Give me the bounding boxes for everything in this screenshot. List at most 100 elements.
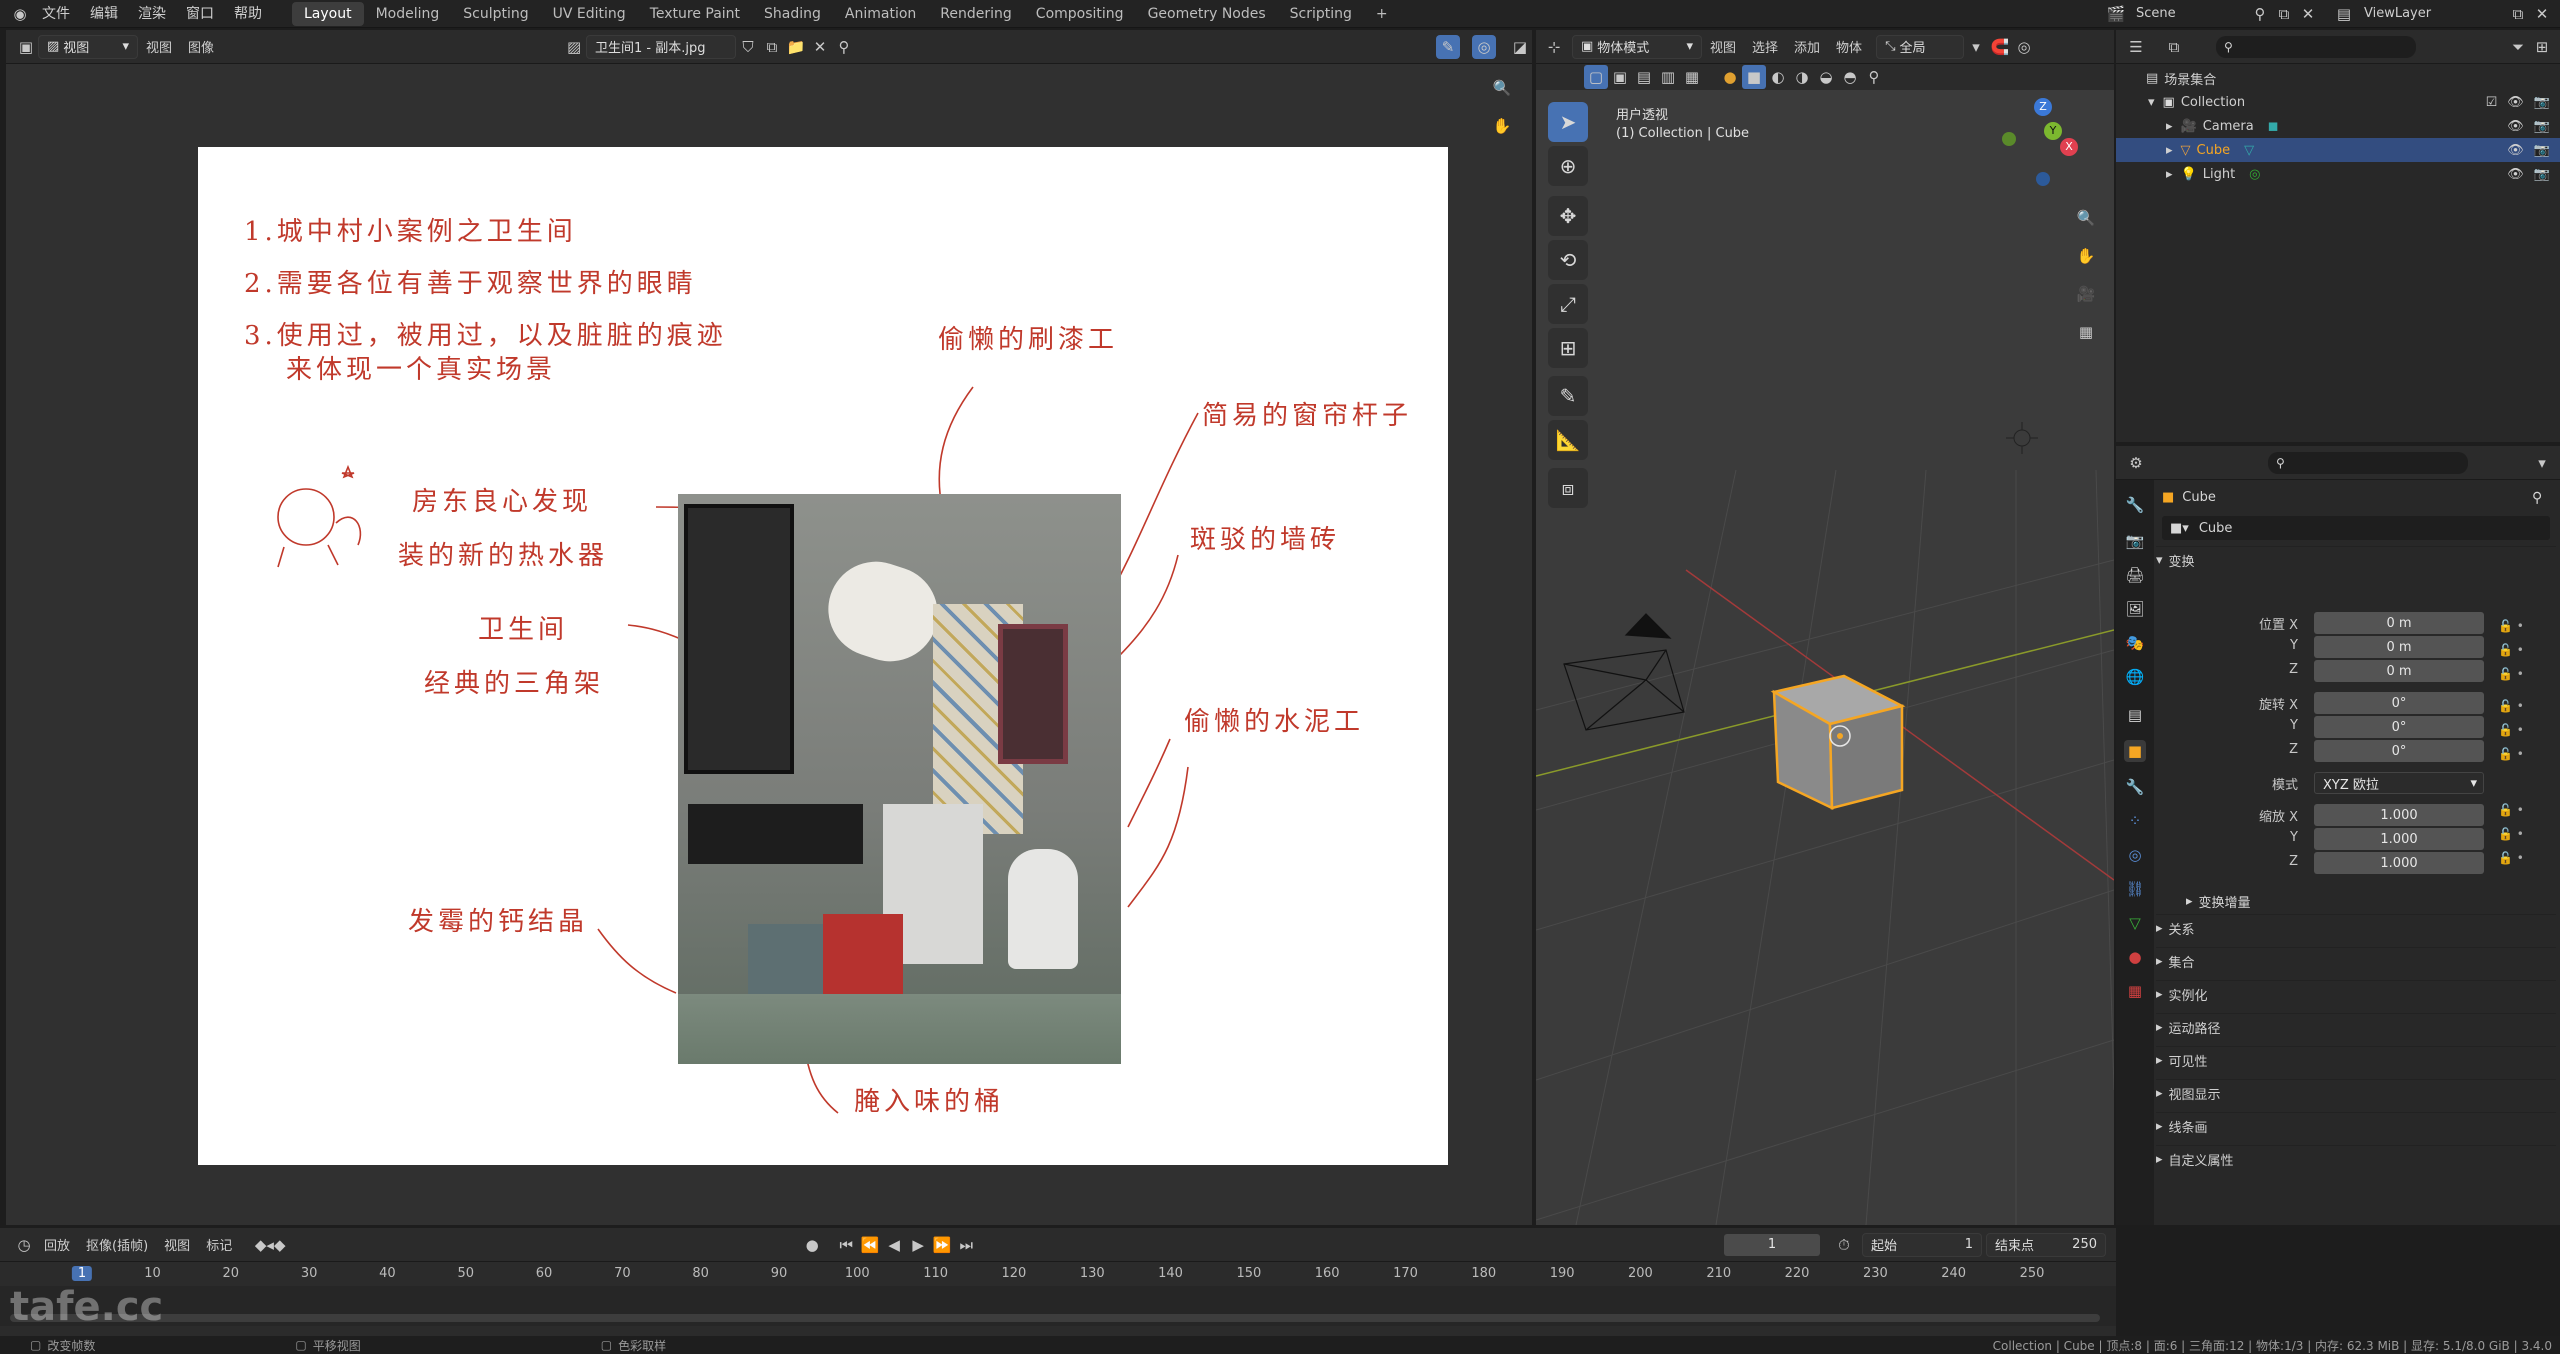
- menu-add[interactable]: 添加: [1786, 37, 1828, 56]
- menu-render[interactable]: 渲染: [128, 0, 176, 28]
- scale-x-field[interactable]: 1.000: [2314, 804, 2484, 826]
- mode-dropdown[interactable]: ▨ 视图 ▾: [38, 34, 138, 59]
- menu-file[interactable]: 文件: [32, 0, 80, 28]
- render-camera-icon[interactable]: 📷: [2534, 167, 2550, 182]
- lock-icon[interactable]: 🔓 •: [2498, 742, 2524, 766]
- filter-icon[interactable]: ⏷: [2506, 35, 2530, 59]
- navigation-gizmo[interactable]: Z X Y: [1996, 98, 2086, 188]
- overlay-color-icon[interactable]: ●: [1718, 65, 1742, 89]
- cube-object[interactable]: [1770, 674, 1906, 811]
- object-mode-dropdown[interactable]: ▣ 物体模式 ▾: [1572, 34, 1702, 59]
- shading-solid-icon[interactable]: ■: [1742, 65, 1766, 89]
- tab-animation[interactable]: Animation: [833, 2, 928, 26]
- lock-icon[interactable]: 🔓 •: [2498, 694, 2524, 718]
- editor-type-icon[interactable]: ☰: [2124, 35, 2148, 59]
- panel-viewport-display[interactable]: ▸ 视图显示: [2156, 1079, 2556, 1107]
- tab-sculpting[interactable]: Sculpting: [451, 2, 540, 26]
- view-layer-selector[interactable]: ViewLayer: [2356, 6, 2506, 21]
- editor-type-icon[interactable]: ⚙: [2124, 451, 2148, 475]
- shading-rendered-icon[interactable]: ◑: [1790, 65, 1814, 89]
- jump-start-icon[interactable]: ⏮: [834, 1233, 858, 1257]
- gizmo-y[interactable]: Y: [2044, 122, 2062, 140]
- snap-icon[interactable]: 🧲: [1988, 35, 2012, 59]
- image-canvas[interactable]: 1.城中村小案例之卫生间 2.需要各位有善于观察世界的眼睛 3.使用过，被用过，…: [198, 147, 1448, 1165]
- rotate-tool[interactable]: ⟲: [1548, 240, 1588, 280]
- object-tab-icon[interactable]: ■: [2124, 740, 2146, 762]
- scale-y-field[interactable]: 1.000: [2314, 828, 2484, 850]
- unlink-icon[interactable]: ✕: [808, 35, 832, 59]
- jump-end-icon[interactable]: ⏭: [954, 1233, 978, 1257]
- gizmo-z[interactable]: Z: [2034, 98, 2052, 116]
- menu-marker[interactable]: 标记: [198, 1235, 240, 1254]
- scene-selector[interactable]: Scene: [2128, 6, 2248, 21]
- prev-key-icon[interactable]: ⏪: [858, 1233, 882, 1257]
- pan-hand-icon[interactable]: ✋: [2074, 244, 2098, 268]
- new-collection-icon[interactable]: ⊞: [2530, 35, 2554, 59]
- camera-view-icon[interactable]: 🎥: [2074, 282, 2098, 306]
- menu-window[interactable]: 窗口: [176, 0, 224, 28]
- select-box-icon[interactable]: ▢: [1584, 65, 1608, 89]
- panel-collections[interactable]: ▸ 集合: [2156, 947, 2556, 975]
- tab-shading[interactable]: Shading: [752, 2, 833, 26]
- render-camera-icon[interactable]: 📷: [2534, 119, 2550, 134]
- clock-icon[interactable]: ⏱: [1832, 1233, 1856, 1257]
- properties-search-input[interactable]: ⚲: [2268, 451, 2468, 474]
- tab-scripting[interactable]: Scripting: [1278, 2, 1364, 26]
- chevron-down-icon[interactable]: ▾: [1964, 35, 1988, 59]
- move-tool[interactable]: ✥: [1548, 196, 1588, 236]
- frame-ruler[interactable]: 1 10 20 30 40 50 60 70 80 90 100 110 120 130 140 150 160…: [0, 1264, 2116, 1286]
- visibility-eye-icon[interactable]: 👁: [2507, 95, 2524, 110]
- search-icon[interactable]: ⚲: [1862, 65, 1886, 89]
- add-cube-tool[interactable]: ⧈: [1548, 468, 1588, 508]
- scale-tool[interactable]: ⤢: [1548, 284, 1588, 324]
- next-key-icon[interactable]: ⏩: [930, 1233, 954, 1257]
- editor-type-icon[interactable]: ▣: [14, 35, 38, 59]
- outliner-search-input[interactable]: ⚲: [2216, 35, 2416, 58]
- collection-tab-icon[interactable]: ▤: [2124, 704, 2146, 726]
- add-workspace-button[interactable]: +: [1364, 2, 1400, 26]
- pin-icon[interactable]: ⚲: [2532, 490, 2542, 506]
- tab-compositing[interactable]: Compositing: [1024, 2, 1136, 26]
- remove-view-layer-icon[interactable]: ✕: [2530, 2, 2554, 26]
- lock-icon[interactable]: 🔓 •: [2498, 822, 2524, 846]
- pin-icon[interactable]: ⚲: [832, 35, 856, 59]
- scene-tab-icon[interactable]: 🎭: [2124, 632, 2146, 654]
- play-icon[interactable]: ▶: [906, 1233, 930, 1257]
- scale-z-field[interactable]: 1.000: [2314, 852, 2484, 874]
- blender-logo-icon[interactable]: ◉: [8, 2, 32, 26]
- tool-tab-icon[interactable]: 🔧: [2124, 494, 2146, 516]
- 3d-viewport[interactable]: ⊹ ▣ 物体模式 ▾ 视图 选择 添加 物体 ⤡ 全局 ▾ 🧲 ◎ ▢ ▣ ▤ ▥ ▦…: [1536, 30, 2114, 1225]
- end-frame-field[interactable]: 结束点 250: [1986, 1232, 2106, 1257]
- rotation-mode-dropdown[interactable]: XYZ 欧拉 ▾: [2314, 772, 2484, 794]
- outliner-item-light[interactable]: ▸ 💡 Light ◎ 👁 📷: [2116, 162, 2560, 186]
- select-tool[interactable]: ➤: [1548, 102, 1588, 142]
- menu-select[interactable]: 选择: [1744, 37, 1786, 56]
- menu-edit[interactable]: 编辑: [80, 0, 128, 28]
- visibility-eye-icon[interactable]: 👁: [2507, 167, 2524, 182]
- gizmo-neg-y[interactable]: [2002, 132, 2016, 146]
- texture-tab-icon[interactable]: ▦: [2124, 980, 2146, 1002]
- tab-modeling[interactable]: Modeling: [364, 2, 452, 26]
- panel-delta-transform[interactable]: ▸ 变换增量: [2186, 892, 2251, 911]
- menu-view[interactable]: 视图: [138, 37, 180, 56]
- play-reverse-icon[interactable]: ◀: [882, 1233, 906, 1257]
- outliner-item-camera[interactable]: ▸ 🎥 Camera ◼ 👁 📷: [2116, 114, 2560, 138]
- new-view-layer-icon[interactable]: ⧉: [2506, 2, 2530, 26]
- image-browse-icon[interactable]: ▨: [562, 35, 586, 59]
- material-tab-icon[interactable]: ●: [2124, 946, 2146, 968]
- display-channels-icon[interactable]: ◪: [1508, 35, 1532, 59]
- pan-hand-icon[interactable]: ✋: [1490, 114, 1514, 138]
- menu-keying[interactable]: 抠像(插帧): [78, 1235, 156, 1254]
- location-x-field[interactable]: 0 m: [2314, 612, 2484, 634]
- panel-custom-properties[interactable]: ▸ 自定义属性: [2156, 1145, 2556, 1173]
- light-object[interactable]: [2006, 422, 2038, 454]
- gizmo-neg-z[interactable]: [2036, 172, 2050, 186]
- location-y-field[interactable]: 0 m: [2314, 636, 2484, 658]
- keyframe-icons[interactable]: ◆◂◆: [240, 1233, 300, 1257]
- menu-help[interactable]: 帮助: [224, 0, 272, 28]
- physics-tab-icon[interactable]: ◎: [2124, 844, 2146, 866]
- gizmo-x[interactable]: X: [2060, 138, 2078, 156]
- render-camera-icon[interactable]: 📷: [2534, 143, 2550, 158]
- display-mode-icon[interactable]: ⧉: [2162, 35, 2186, 59]
- menu-view[interactable]: 视图: [1702, 37, 1744, 56]
